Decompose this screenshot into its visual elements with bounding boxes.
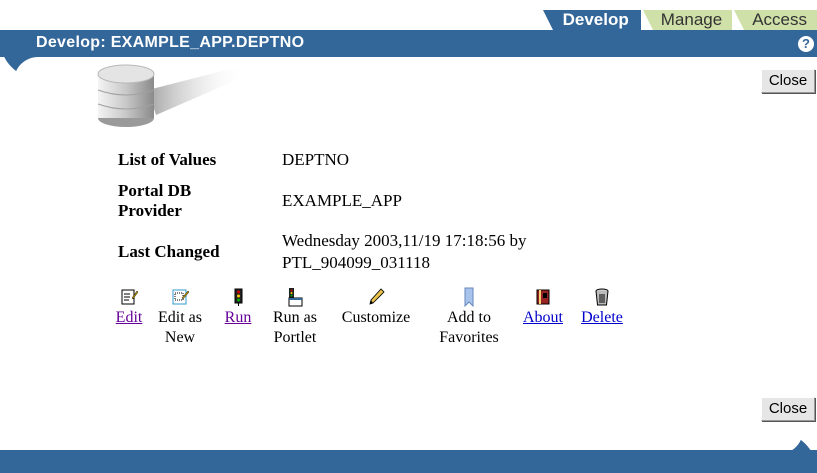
provider-label-line1: Portal DB bbox=[118, 180, 192, 200]
run-as-portlet-action[interactable]: Run as Portlet bbox=[268, 287, 322, 348]
tab-manage[interactable]: Manage bbox=[642, 10, 733, 30]
properties-table: List of Values DEPTNO Portal DB Provider… bbox=[118, 143, 526, 279]
delete-icon[interactable] bbox=[593, 287, 611, 307]
run-as-portlet-icon bbox=[288, 288, 303, 307]
tab-access[interactable]: Access bbox=[734, 10, 817, 30]
add-to-favorites-line1: Add to bbox=[447, 309, 491, 326]
customize-label: Customize bbox=[341, 309, 411, 326]
edit-icon[interactable] bbox=[120, 287, 138, 307]
customize-action[interactable]: Customize bbox=[332, 287, 420, 328]
help-icon[interactable]: ? bbox=[798, 36, 814, 52]
header-bar: Develop: EXAMPLE_APP.DEPTNO ? bbox=[0, 30, 817, 57]
edit-as-new-icon bbox=[172, 289, 189, 305]
add-to-favorites-action[interactable]: Add to Favorites bbox=[430, 287, 508, 348]
edit-as-new-line1: Edit as bbox=[158, 309, 202, 326]
run-as-portlet-line2: Portlet bbox=[273, 329, 317, 346]
database-icon bbox=[97, 64, 246, 127]
action-bar: Edit Edit as New Run Run as Portlet Cust… bbox=[116, 287, 636, 348]
run-link[interactable]: Run bbox=[225, 308, 252, 328]
tab-bar: Develop Manage Access bbox=[542, 8, 817, 30]
footer-bar bbox=[0, 450, 817, 473]
run-action[interactable]: Run bbox=[218, 287, 258, 328]
delete-link[interactable]: Delete bbox=[581, 308, 623, 328]
provider-label-line2: Provider bbox=[118, 200, 182, 220]
about-icon[interactable] bbox=[534, 287, 552, 307]
tab-develop[interactable]: Develop bbox=[542, 10, 641, 30]
delete-action[interactable]: Delete bbox=[578, 287, 626, 328]
add-to-favorites-icon bbox=[464, 287, 474, 307]
edit-as-new-line2: New bbox=[164, 329, 196, 346]
customize-icon bbox=[369, 288, 385, 305]
edit-link[interactable]: Edit bbox=[116, 308, 143, 328]
close-button-top[interactable]: Close bbox=[761, 69, 815, 93]
last-changed-line1: Wednesday 2003,11/19 17:18:56 by bbox=[282, 231, 527, 250]
last-changed-value: Wednesday 2003,11/19 17:18:56 by PTL_904… bbox=[282, 225, 526, 279]
edit-as-new-action[interactable]: Edit as New bbox=[152, 287, 208, 348]
list-of-values-label: List of Values bbox=[118, 149, 217, 169]
page-title: Develop: EXAMPLE_APP.DEPTNO bbox=[36, 34, 305, 51]
provider-value: EXAMPLE_APP bbox=[282, 190, 402, 210]
close-button-bottom[interactable]: Close bbox=[761, 397, 815, 421]
about-action[interactable]: About bbox=[518, 287, 568, 328]
provider-label: Portal DB Provider bbox=[118, 176, 282, 225]
add-to-favorites-line2: Favorites bbox=[439, 329, 499, 346]
last-changed-line2: PTL_904099_031118 bbox=[282, 253, 430, 272]
list-of-values-value: DEPTNO bbox=[282, 149, 350, 169]
run-icon[interactable] bbox=[229, 287, 247, 307]
run-as-portlet-line1: Run as bbox=[273, 309, 317, 326]
edit-action[interactable]: Edit bbox=[116, 287, 142, 328]
about-link[interactable]: About bbox=[523, 308, 563, 328]
header-curve bbox=[0, 57, 40, 79]
last-changed-label: Last Changed bbox=[118, 242, 220, 261]
